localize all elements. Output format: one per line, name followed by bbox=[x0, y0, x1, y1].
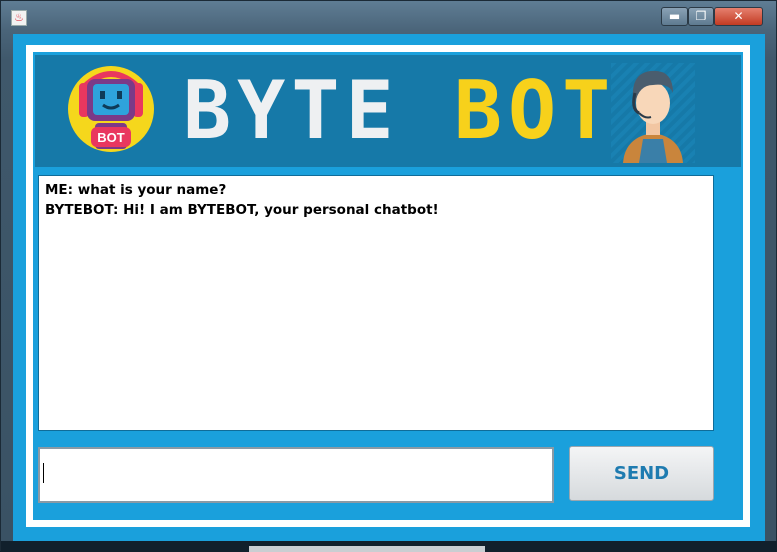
banner-title-bot: BOT bbox=[453, 64, 617, 157]
agent-avatar-icon bbox=[611, 63, 695, 163]
robot-badge-text: BOT bbox=[97, 130, 125, 145]
text-caret bbox=[43, 463, 44, 483]
robot-logo-icon: BOT bbox=[68, 66, 154, 152]
close-button[interactable]: ✕ bbox=[714, 7, 763, 26]
client-area: BOT BYTE BOT ME: what is your name? BYTE… bbox=[13, 34, 765, 541]
maximize-button[interactable]: ❐ bbox=[688, 7, 714, 26]
title-bar[interactable]: ♨ ▬ ❐ ✕ bbox=[1, 1, 777, 31]
message-input[interactable] bbox=[38, 447, 554, 503]
banner-title-byte: BYTE bbox=[183, 64, 400, 157]
banner-title: BYTE BOT bbox=[183, 67, 616, 155]
chat-line-bot: BYTEBOT: Hi! I am BYTEBOT, your personal… bbox=[45, 202, 439, 218]
minimize-button[interactable]: ▬ bbox=[661, 7, 688, 26]
header-banner: BOT BYTE BOT bbox=[35, 55, 741, 167]
chat-transcript[interactable]: ME: what is your name? BYTEBOT: Hi! I am… bbox=[38, 175, 714, 431]
chat-frame: BOT BYTE BOT ME: what is your name? BYTE… bbox=[26, 45, 750, 527]
java-cup-icon[interactable]: ♨ bbox=[11, 10, 27, 26]
scroll-strip bbox=[249, 546, 485, 552]
app-window: ♨ ▬ ❐ ✕ BOT BYTE BOT ME: what is your na… bbox=[0, 0, 777, 552]
send-button[interactable]: SEND bbox=[569, 446, 714, 501]
chat-line-user: ME: what is your name? bbox=[45, 182, 227, 198]
